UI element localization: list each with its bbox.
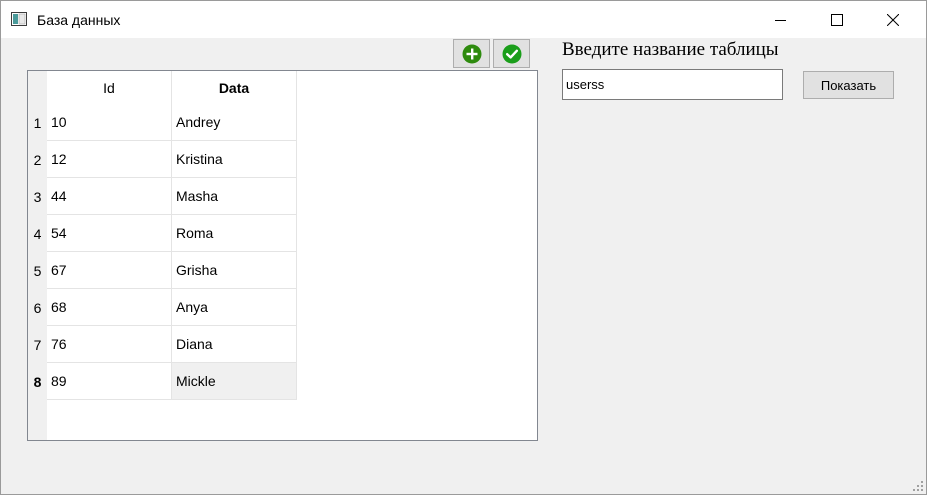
cell-data-selected[interactable]: Mickle <box>172 363 297 400</box>
add-circle-icon <box>462 44 481 63</box>
maximize-icon <box>831 13 843 26</box>
cell-id[interactable]: 12 <box>47 141 172 178</box>
cell-data[interactable]: Andrey <box>172 104 297 141</box>
cell-data[interactable]: Masha <box>172 178 297 215</box>
row-number[interactable]: 6 <box>28 289 47 326</box>
cell-id[interactable]: 67 <box>47 252 172 289</box>
cell-data[interactable]: Kristina <box>172 141 297 178</box>
column-header-data[interactable]: Data <box>172 71 297 104</box>
row-number[interactable]: 5 <box>28 252 47 289</box>
cell-data[interactable]: Anya <box>172 289 297 326</box>
title-bar: База данных <box>1 1 926 38</box>
row-number[interactable]: 1 <box>28 104 47 141</box>
cell-data[interactable]: Diana <box>172 326 297 363</box>
column-header-id[interactable]: Id <box>47 71 172 104</box>
cell-data[interactable]: Roma <box>172 215 297 252</box>
row-number[interactable]: 3 <box>28 178 47 215</box>
cell-id[interactable]: 44 <box>47 178 172 215</box>
cell-id[interactable]: 68 <box>47 289 172 326</box>
row-number[interactable]: 2 <box>28 141 47 178</box>
cell-id[interactable]: 54 <box>47 215 172 252</box>
minimize-icon <box>775 19 786 21</box>
row-header-column: 1 2 3 4 5 6 7 8 <box>28 71 47 440</box>
table-name-input[interactable] <box>562 69 783 100</box>
window-title: База данных <box>37 12 121 28</box>
resize-grip-icon[interactable] <box>912 480 924 492</box>
data-grid[interactable]: 1 2 3 4 5 6 7 8 Id Data 10 Andrey 12 Kri… <box>27 70 538 441</box>
add-row-button[interactable] <box>453 39 490 68</box>
checkmark-circle-icon <box>502 44 521 63</box>
cell-id[interactable]: 76 <box>47 326 172 363</box>
table-name-prompt: Введите название таблицы <box>562 39 779 60</box>
cell-id[interactable]: 10 <box>47 104 172 141</box>
maximize-button[interactable] <box>814 1 860 38</box>
close-icon <box>887 13 899 26</box>
row-number[interactable]: 7 <box>28 326 47 363</box>
cell-data[interactable]: Grisha <box>172 252 297 289</box>
minimize-button[interactable] <box>758 1 804 38</box>
database-app-icon <box>11 12 27 26</box>
row-number-current[interactable]: 8 <box>28 363 47 400</box>
close-button[interactable] <box>870 1 916 38</box>
show-button[interactable]: Показать <box>803 71 894 99</box>
row-number[interactable]: 4 <box>28 215 47 252</box>
main-window: База данных 1 2 3 4 5 6 7 8 Id Data 10 A… <box>0 0 927 495</box>
save-changes-button[interactable] <box>493 39 530 68</box>
cell-id[interactable]: 89 <box>47 363 172 400</box>
